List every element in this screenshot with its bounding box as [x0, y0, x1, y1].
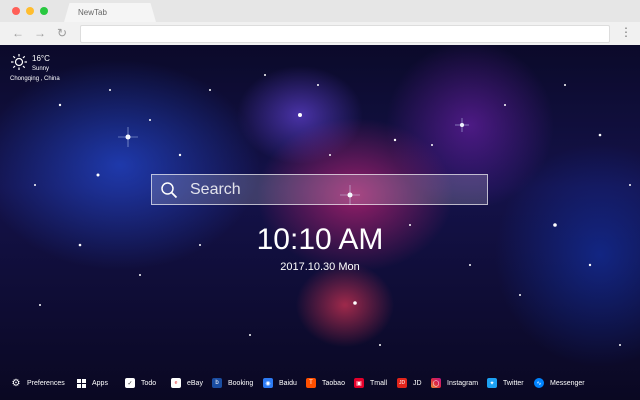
shortcut-tmall[interactable]: ▣ Tmall: [354, 378, 387, 388]
taobao-icon: T: [306, 378, 316, 388]
shortcut-jd[interactable]: JD JD: [397, 378, 422, 388]
shortcut-label: Taobao: [322, 379, 345, 387]
todo-label: Todo: [141, 379, 157, 387]
address-bar[interactable]: [80, 25, 610, 43]
instagram-icon: ◯: [431, 378, 441, 388]
tab-strip: NewTab: [0, 0, 640, 22]
browser-chrome: NewTab ← → ↻ ⋮: [0, 0, 640, 46]
minimize-window-button[interactable]: [26, 7, 34, 15]
shortcut-twitter[interactable]: ✦ Twitter: [487, 378, 524, 388]
grid-icon: [76, 378, 86, 388]
forward-arrow-icon[interactable]: →: [34, 26, 46, 40]
apps-label: Apps: [92, 379, 108, 387]
weather-condition: Sunny: [32, 66, 50, 72]
apps-button[interactable]: Apps: [76, 378, 108, 388]
tmall-icon: ▣: [354, 378, 364, 388]
preferences-label: Preferences: [27, 379, 65, 387]
shortcut-taobao[interactable]: T Taobao: [306, 378, 345, 388]
booking-icon: b: [212, 378, 222, 388]
weather-location: Chongqing , China: [10, 76, 60, 82]
shortcut-label: Tmall: [370, 379, 388, 387]
checkbox-icon: ✓: [125, 378, 135, 388]
jd-icon: JD: [397, 378, 407, 388]
messenger-icon: ∿: [534, 378, 544, 388]
search-input[interactable]: [188, 179, 472, 200]
todo-button[interactable]: ✓ Todo: [125, 378, 156, 388]
shortcut-baidu[interactable]: ◉ Baidu: [263, 378, 297, 388]
sun-icon: [11, 54, 27, 70]
shortcut-label: Instagram: [447, 379, 479, 387]
shortcut-ebay[interactable]: e eBay: [171, 378, 203, 388]
twitter-icon: ✦: [487, 378, 497, 388]
shortcut-label: Twitter: [503, 379, 524, 387]
shortcut-messenger[interactable]: ∿ Messenger: [534, 378, 585, 388]
shortcut-booking[interactable]: b Booking: [212, 378, 253, 388]
maximize-window-button[interactable]: [40, 7, 48, 15]
gear-icon: ⚙: [11, 377, 21, 389]
tab-title: NewTab: [78, 8, 107, 17]
browser-toolbar: ← → ↻ ⋮: [0, 22, 640, 45]
shortcut-instagram[interactable]: ◯ Instagram: [431, 378, 478, 388]
preferences-button[interactable]: ⚙ Preferences: [11, 377, 65, 389]
clock-date: 2017.10.30 Mon: [280, 261, 360, 273]
search-icon: [161, 181, 178, 198]
baidu-icon: ◉: [263, 378, 273, 388]
weather-temperature: 16°C: [32, 54, 50, 63]
close-window-button[interactable]: [12, 7, 20, 15]
search-box[interactable]: [151, 174, 488, 205]
shortcut-label: Baidu: [279, 379, 297, 387]
window-controls: [12, 7, 48, 15]
browser-menu-icon[interactable]: ⋮: [620, 25, 632, 39]
back-arrow-icon[interactable]: ←: [12, 26, 24, 40]
browser-tab[interactable]: NewTab: [64, 3, 156, 22]
newtab-page: 16°C Sunny Chongqing , China 10:10 AM 20…: [0, 45, 640, 400]
shortcut-label: Messenger: [550, 379, 585, 387]
shortcut-label: eBay: [187, 379, 203, 387]
ebay-icon: e: [171, 378, 181, 388]
shortcut-label: JD: [413, 379, 422, 387]
bottom-bar: ⚙ Preferences Apps ✓ Todo e eBay b Booki…: [0, 374, 640, 394]
clock-time: 10:10 AM: [256, 223, 384, 256]
reload-icon[interactable]: ↻: [57, 26, 67, 40]
shortcut-label: Booking: [228, 379, 254, 387]
